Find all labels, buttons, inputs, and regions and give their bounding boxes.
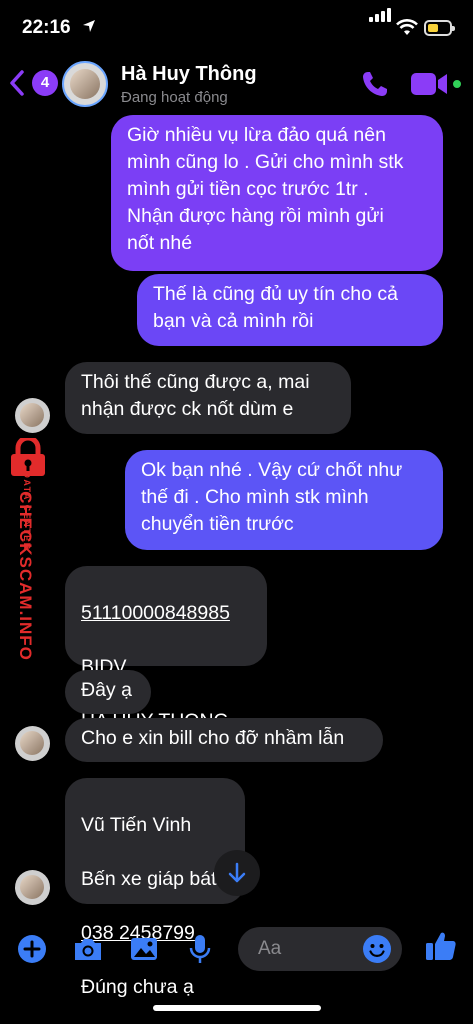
- phone-icon[interactable]: [360, 69, 390, 99]
- chat-header: 4 Hà Huy Thông Đang hoạt động: [0, 56, 473, 112]
- message-input[interactable]: Aa: [238, 927, 402, 971]
- emoji-icon[interactable]: [362, 934, 392, 964]
- battery-level: [428, 24, 438, 32]
- thumbs-up-icon[interactable]: [424, 929, 458, 963]
- message-outgoing[interactable]: Giờ nhiều vụ lừa đảo quá nên mình cũng l…: [111, 115, 443, 271]
- unread-badge: 4: [32, 70, 58, 96]
- watermark: DATA CENTER CHECKSCAM.INFO: [0, 436, 56, 676]
- image-icon[interactable]: [128, 933, 160, 965]
- status-bar: 22:16: [0, 0, 473, 56]
- camera-icon[interactable]: [72, 933, 104, 965]
- account-number-link[interactable]: 51110000848985: [81, 602, 230, 624]
- message-input-placeholder: Aa: [258, 938, 282, 959]
- message-outgoing[interactable]: Ok bạn nhé . Vậy cứ chốt như thế đi . Ch…: [125, 450, 443, 550]
- contact-name[interactable]: Hà Huy Thông: [121, 63, 257, 86]
- avatar[interactable]: [15, 870, 50, 905]
- contact-status: Đang hoạt động: [121, 89, 228, 106]
- online-indicator: [451, 78, 463, 90]
- message-incoming[interactable]: 51110000848985 BIDV HA HUY THONG: [65, 566, 267, 732]
- location-line: Bến xe giáp bát: [81, 868, 217, 890]
- status-time: 22:16: [22, 17, 71, 38]
- microphone-icon[interactable]: [184, 933, 216, 965]
- plus-icon[interactable]: [16, 933, 48, 965]
- back-button[interactable]: 4: [8, 66, 58, 100]
- contact-avatar[interactable]: [62, 61, 108, 107]
- message-composer: Aa: [0, 915, 473, 985]
- home-indicator: [153, 1005, 321, 1011]
- message-outgoing[interactable]: Thế là cũng đủ uy tín cho cả bạn và cả m…: [137, 274, 443, 346]
- sender-name-line: Vũ Tiến Vinh: [81, 814, 192, 836]
- location-arrow-icon: [83, 20, 95, 32]
- avatar[interactable]: [15, 726, 50, 761]
- message-incoming[interactable]: Thôi thế cũng được a, mai nhận được ck n…: [65, 362, 351, 434]
- scroll-down-button[interactable]: [214, 850, 260, 896]
- back-chevron-icon: [10, 70, 24, 96]
- avatar[interactable]: [15, 398, 50, 433]
- watermark-text: CHECKSCAM.INFO: [16, 491, 35, 661]
- video-camera-icon[interactable]: [410, 71, 448, 97]
- arrow-down-icon: [228, 862, 246, 883]
- battery-icon: [424, 20, 455, 36]
- message-incoming[interactable]: Đây ạ: [65, 670, 151, 714]
- wifi-icon: [396, 19, 418, 35]
- message-incoming[interactable]: Cho e xin bill cho đỡ nhầm lẫn: [65, 718, 383, 762]
